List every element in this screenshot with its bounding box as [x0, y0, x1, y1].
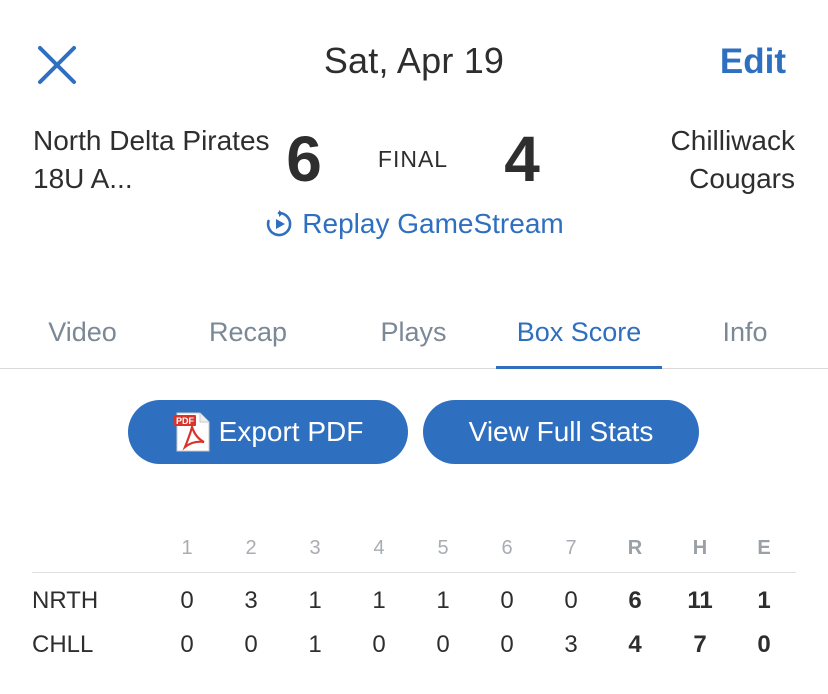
hits-total: 7	[693, 631, 707, 658]
errors-total: 1	[757, 587, 771, 614]
team-abbreviation: NRTH	[32, 587, 99, 614]
replay-gamestream-link[interactable]: Replay GameStream	[0, 208, 828, 240]
inning-header: 2	[245, 537, 257, 559]
tab-plays[interactable]: Plays	[331, 296, 496, 368]
team-abbreviation: CHLL	[32, 631, 94, 658]
runs-total: 6	[628, 587, 642, 614]
linescore-header-row: 1 2 3 4 5 6 7 R H E	[32, 524, 796, 573]
view-full-stats-label: View Full Stats	[468, 416, 654, 447]
linescore-table: 1 2 3 4 5 6 7 R H E NRTH 0 3 1 1 1 0 0 6…	[32, 524, 796, 667]
inning-score: 0	[500, 631, 514, 658]
inning-score: 0	[244, 631, 258, 658]
tab-box-score[interactable]: Box Score	[496, 296, 662, 369]
export-pdf-button[interactable]: PDF Export PDF	[128, 400, 408, 464]
tab-info[interactable]: Info	[662, 296, 828, 368]
inning-score: 0	[500, 587, 514, 614]
replay-label: Replay GameStream	[302, 208, 564, 239]
table-row: CHLL 0 0 1 0 0 0 3 4 7 0	[32, 623, 796, 667]
inning-header: 3	[309, 537, 321, 559]
home-score: 6	[286, 123, 322, 195]
inning-score: 0	[372, 631, 386, 658]
inning-header: 6	[501, 537, 513, 559]
inning-header: 7	[565, 537, 577, 559]
home-team-name: North Delta Pirates 18U A...	[33, 125, 270, 194]
hits-header: H	[692, 537, 708, 559]
inning-score: 1	[372, 587, 386, 614]
table-row: NRTH 0 3 1 1 1 0 0 6 11 1	[32, 579, 796, 623]
inning-header: 5	[437, 537, 449, 559]
export-pdf-label: Export PDF	[218, 416, 364, 447]
runs-total: 4	[628, 631, 642, 658]
inning-score: 3	[244, 587, 258, 614]
inning-score: 0	[436, 631, 450, 658]
view-full-stats-button[interactable]: View Full Stats	[423, 400, 699, 464]
tab-video[interactable]: Video	[0, 296, 165, 368]
inning-score: 1	[308, 631, 322, 658]
hits-total: 11	[687, 587, 713, 614]
game-status: FINAL	[377, 146, 449, 172]
page-title: Sat, Apr 19	[323, 40, 505, 81]
replay-icon	[267, 210, 292, 237]
inning-score: 0	[180, 587, 194, 614]
inning-score: 3	[564, 631, 578, 658]
runs-header: R	[627, 537, 643, 559]
tab-bar: Video Recap Plays Box Score Info	[0, 296, 828, 369]
tab-recap[interactable]: Recap	[165, 296, 331, 368]
errors-header: E	[757, 537, 771, 559]
away-score: 4	[504, 123, 540, 195]
inning-score: 1	[308, 587, 322, 614]
away-team-name: Chilliwack Cougars	[670, 125, 795, 194]
pdf-file-icon: PDF	[173, 412, 210, 452]
inning-score: 0	[564, 587, 578, 614]
inning-header: 1	[181, 537, 193, 559]
inning-header: 4	[373, 537, 385, 559]
inning-score: 0	[180, 631, 194, 658]
inning-score: 1	[436, 587, 450, 614]
edit-button[interactable]: Edit	[720, 42, 786, 82]
errors-total: 0	[757, 631, 771, 658]
